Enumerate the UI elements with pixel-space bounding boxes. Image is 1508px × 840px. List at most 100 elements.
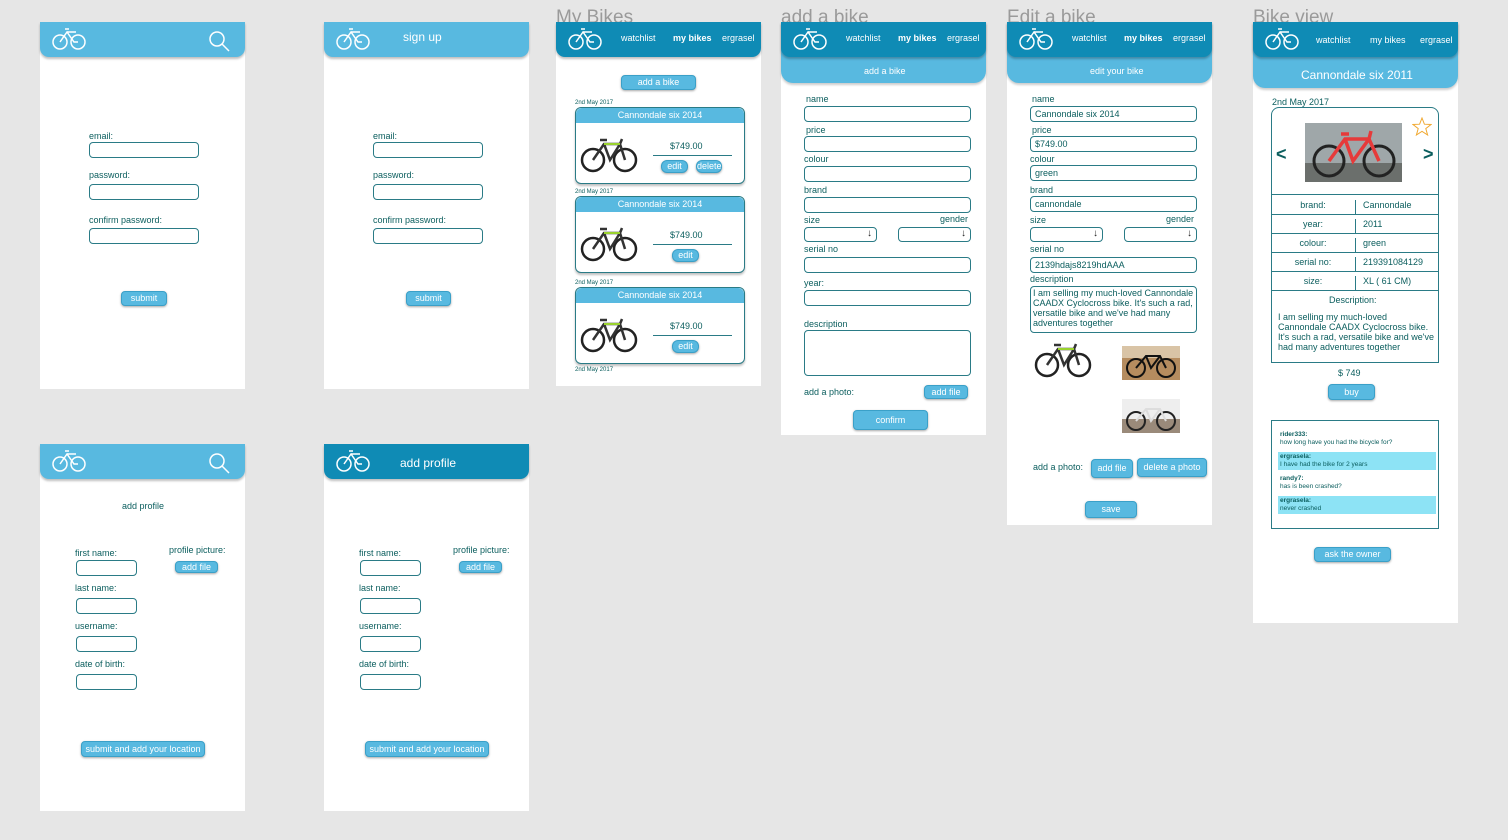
nav-my-bikes[interactable]: my bikes [673, 33, 712, 43]
nav-user[interactable]: ergrasel [722, 33, 755, 43]
colour-field[interactable]: green [1030, 165, 1197, 181]
last-name-field[interactable] [360, 598, 421, 614]
size-select[interactable]: ↓ [1030, 227, 1103, 242]
description-field[interactable] [804, 330, 971, 376]
add-file-button[interactable]: add file [175, 561, 218, 573]
email-label: email: [373, 131, 398, 141]
description-field[interactable]: I am selling my much-loved Cannondale CA… [1030, 286, 1197, 333]
serial-field[interactable]: 2139hdajs8219hdAAA [1030, 257, 1197, 273]
nav-watchlist[interactable]: watchlist [846, 33, 881, 43]
nav-my-bikes[interactable]: my bikes [1370, 35, 1406, 45]
price-field[interactable] [804, 136, 971, 152]
chat-username: ergrasela: [1280, 497, 1312, 504]
nav-watchlist[interactable]: watchlist [1316, 35, 1351, 45]
bike-price: $749.00 [670, 141, 703, 151]
nav-user[interactable]: ergrasel [1173, 33, 1206, 43]
submit-button[interactable]: submit [121, 291, 167, 306]
nav-user[interactable]: ergrasel [947, 33, 980, 43]
edit-button[interactable]: edit [672, 249, 699, 262]
page-title: Cannondale six 2011 [1301, 68, 1413, 82]
nav-user[interactable]: ergrasel [1420, 35, 1453, 45]
bike-logo-icon[interactable] [336, 26, 370, 52]
card-date: 2nd May 2017 [575, 280, 614, 286]
confirm-button[interactable]: confirm [853, 410, 928, 430]
size-select[interactable]: ↓ [804, 227, 877, 242]
bike-logo-icon[interactable] [52, 26, 86, 52]
email-field[interactable] [89, 142, 199, 158]
name-field[interactable]: Cannondale six 2014 [1030, 106, 1197, 122]
app-header: watchlist my bikes ergrasel [1253, 22, 1458, 57]
bike-logo-icon[interactable] [568, 26, 602, 52]
prev-arrow-icon[interactable]: < [1276, 144, 1287, 165]
bike-logo-icon[interactable] [1265, 26, 1299, 52]
bike-photo[interactable] [1122, 346, 1180, 380]
nav-watchlist[interactable]: watchlist [621, 33, 656, 43]
description-label: Description: [1329, 295, 1377, 305]
chevron-down-icon: ↓ [1187, 228, 1192, 239]
add-file-button[interactable]: add file [459, 561, 502, 573]
profile-picture-label: profile picture: [453, 545, 510, 555]
star-icon[interactable] [1412, 117, 1432, 137]
submit-button[interactable]: submit [406, 291, 451, 306]
bike-photo[interactable] [1122, 399, 1180, 433]
chat-text: how long have you had the bicycle for? [1280, 439, 1393, 446]
first-name-field[interactable] [360, 560, 421, 576]
delete-button[interactable]: delete [696, 160, 722, 173]
search-icon[interactable] [208, 30, 230, 52]
add-bike-button[interactable]: add a bike [621, 75, 696, 90]
next-arrow-icon[interactable]: > [1423, 144, 1434, 165]
bike-card[interactable]: Cannondale six 2014 $749.00 edit [575, 287, 745, 364]
username-field[interactable] [360, 636, 421, 652]
confirm-password-field[interactable] [89, 228, 199, 244]
bike-logo-icon[interactable] [793, 26, 827, 52]
add-file-button[interactable]: add file [924, 385, 968, 399]
gender-select[interactable]: ↓ [1124, 227, 1197, 242]
name-field[interactable] [804, 106, 971, 122]
bike-price: $749.00 [670, 321, 703, 331]
username-field[interactable] [76, 636, 137, 652]
password-field[interactable] [373, 184, 483, 200]
nav-my-bikes[interactable]: my bikes [1124, 33, 1163, 43]
card-date: 2nd May 2017 [575, 367, 614, 373]
delete-photo-button[interactable]: delete a photo [1137, 458, 1207, 477]
dob-field[interactable] [360, 674, 421, 690]
brand-field[interactable]: cannondale [1030, 196, 1197, 212]
spec-row: size: XL ( 61 CM) [1271, 272, 1439, 291]
bike-card[interactable]: Cannondale six 2014 $749.00 edit delete [575, 107, 745, 184]
edit-button[interactable]: edit [661, 160, 688, 173]
spec-key: serial no: [1271, 257, 1356, 271]
gender-select[interactable]: ↓ [898, 227, 971, 242]
brand-field[interactable] [804, 197, 971, 213]
colour-field[interactable] [804, 166, 971, 182]
bike-logo-icon[interactable] [336, 448, 370, 474]
nav-my-bikes[interactable]: my bikes [898, 33, 937, 43]
bike-card[interactable]: Cannondale six 2014 $749.00 edit [575, 196, 745, 273]
spec-value: XL ( 61 CM) [1363, 276, 1412, 286]
bike-logo-icon[interactable] [52, 448, 86, 474]
price-field[interactable]: $749.00 [1030, 136, 1197, 152]
size-label: size [1030, 215, 1047, 225]
ask-owner-button[interactable]: ask the owner [1314, 547, 1391, 562]
save-button[interactable]: save [1085, 501, 1137, 518]
email-field[interactable] [373, 142, 483, 158]
dob-field[interactable] [76, 674, 137, 690]
confirm-password-field[interactable] [373, 228, 483, 244]
edit-button[interactable]: edit [672, 340, 699, 353]
nav-watchlist[interactable]: watchlist [1072, 33, 1107, 43]
bike-thumbnail [580, 138, 638, 173]
submit-location-button[interactable]: submit and add your location [365, 741, 489, 757]
last-name-field[interactable] [76, 598, 137, 614]
spec-row: brand: Cannondale [1271, 196, 1439, 215]
submit-location-button[interactable]: submit and add your location [81, 741, 205, 757]
add-photo-label: add a photo: [1033, 462, 1084, 472]
password-field[interactable] [89, 184, 199, 200]
first-name-field[interactable] [76, 560, 137, 576]
app-header: add profile [324, 444, 529, 479]
year-field[interactable] [804, 290, 971, 306]
buy-button[interactable]: buy [1328, 384, 1375, 400]
search-icon[interactable] [208, 452, 230, 474]
serial-field[interactable] [804, 257, 971, 273]
bike-photo[interactable] [1033, 340, 1093, 378]
add-file-button[interactable]: add file [1091, 459, 1133, 478]
bike-logo-icon[interactable] [1019, 26, 1053, 52]
